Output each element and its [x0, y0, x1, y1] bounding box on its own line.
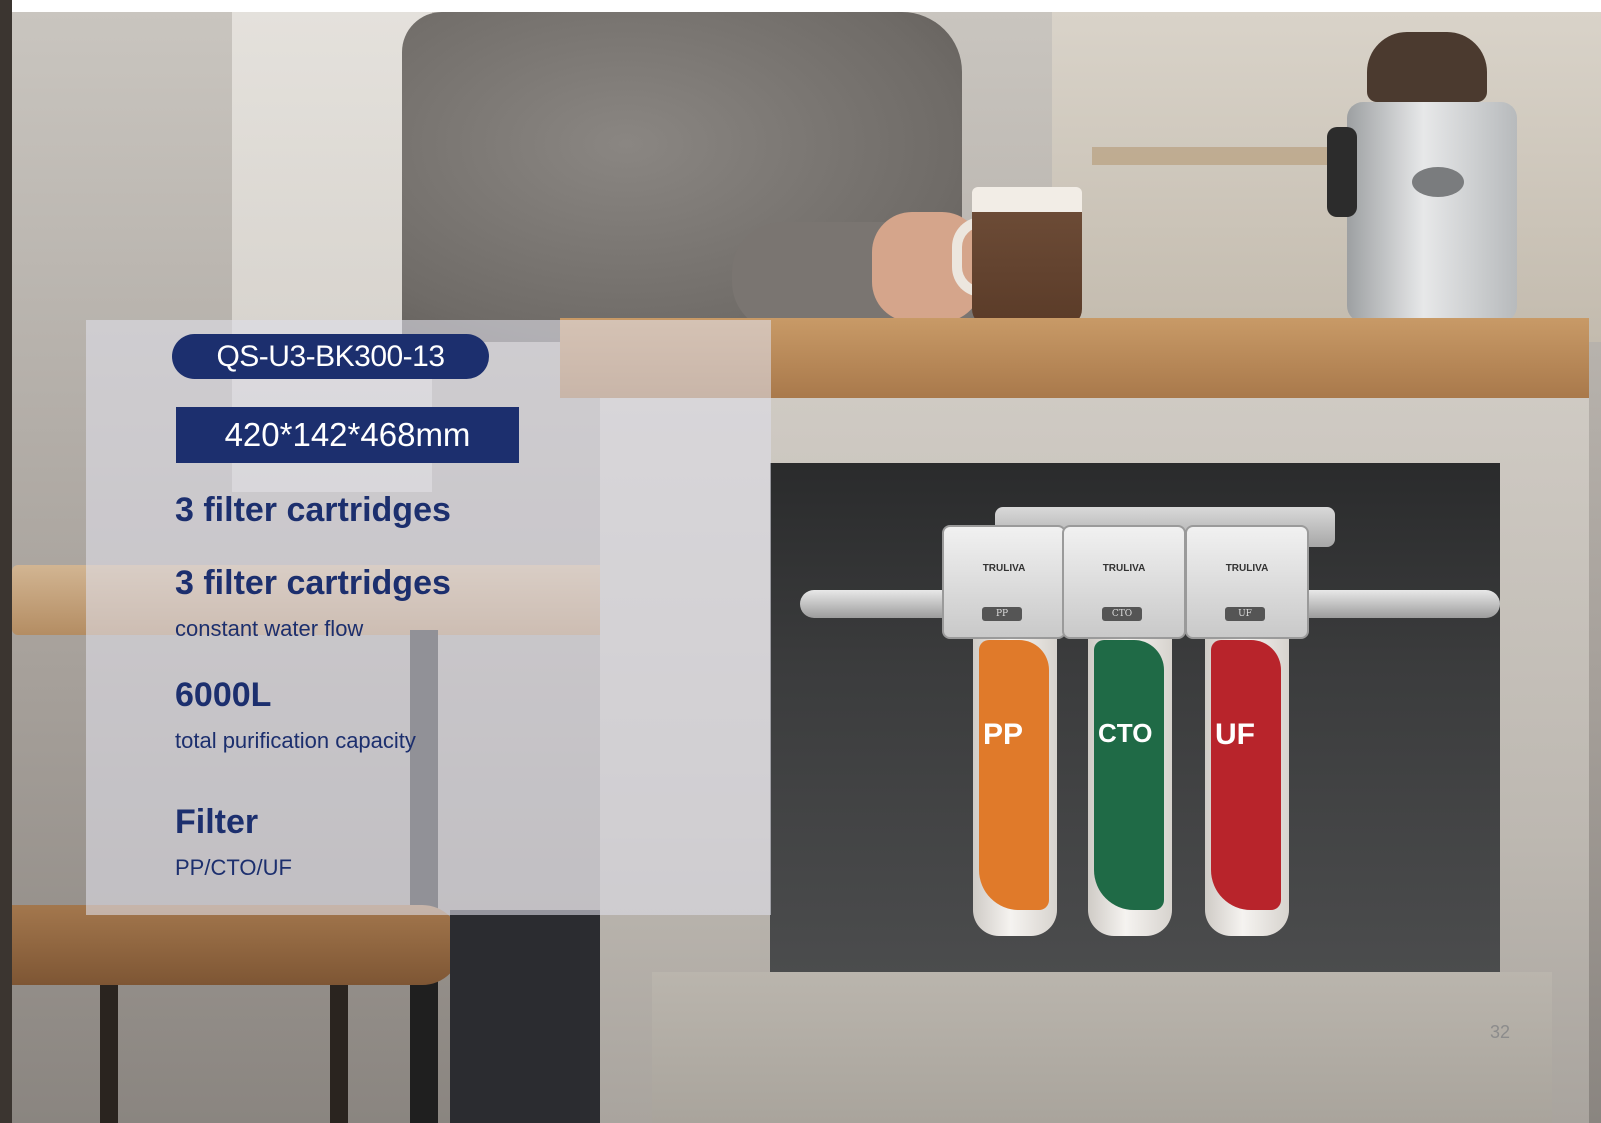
feature-title: Filter	[175, 803, 259, 841]
filter-head: TRULIVA PP	[942, 525, 1066, 639]
feature-subtitle: constant water flow	[175, 616, 364, 641]
cartridge-label: UF	[1215, 718, 1255, 751]
feature-subtitle: total purification capacity	[175, 728, 416, 753]
coffee-grinder	[1327, 32, 1527, 327]
head-tag: UF	[1225, 607, 1265, 621]
catalog-page: PP CTO UF TRULIVA PP TRULIVA CTO TRULIVA…	[0, 0, 1601, 1123]
grinder-body	[1347, 102, 1517, 322]
cartridge-pp: PP	[973, 630, 1057, 936]
brand-logo: TRULIVA	[1225, 563, 1269, 574]
coffee-cup	[972, 187, 1082, 327]
head-tag: CTO	[1102, 607, 1142, 621]
filter-head: TRULIVA UF	[1185, 525, 1309, 639]
feature-title: 3 filter cartridges	[175, 491, 451, 529]
shelf	[1092, 147, 1352, 165]
cartridge-band	[1094, 640, 1164, 910]
cartridge-band	[1211, 640, 1281, 910]
cartridge-cto: CTO	[1088, 630, 1172, 936]
head-tag: PP	[982, 607, 1022, 621]
cartridge-label: PP	[983, 718, 1024, 751]
cartridge-uf: UF	[1205, 630, 1289, 936]
filter-head: TRULIVA CTO	[1062, 525, 1186, 639]
cartridge-band	[979, 640, 1049, 910]
feature-subtitle: PP/CTO/UF	[175, 855, 292, 880]
grinder-handle	[1327, 127, 1357, 217]
dimensions-badge: 420*142*468mm	[176, 407, 519, 463]
cabinet-base	[652, 972, 1552, 1123]
feature-title: 3 filter cartridges	[175, 564, 451, 602]
model-number-badge: QS-U3-BK300-13	[172, 334, 489, 379]
stool-leg	[100, 985, 118, 1123]
grinder-badge	[1412, 167, 1464, 197]
person-legs	[450, 910, 600, 1123]
left-edge	[0, 0, 12, 1123]
brand-logo: TRULIVA	[982, 563, 1026, 574]
grinder-hopper	[1367, 32, 1487, 102]
stool-seat	[12, 905, 462, 985]
brand-logo: TRULIVA	[1102, 563, 1146, 574]
page-number: 32	[1490, 1022, 1511, 1042]
cartridge-label: CTO	[1098, 718, 1153, 748]
stool-leg	[330, 985, 348, 1123]
top-margin	[0, 0, 1601, 12]
feature-title: 6000L	[175, 676, 272, 714]
